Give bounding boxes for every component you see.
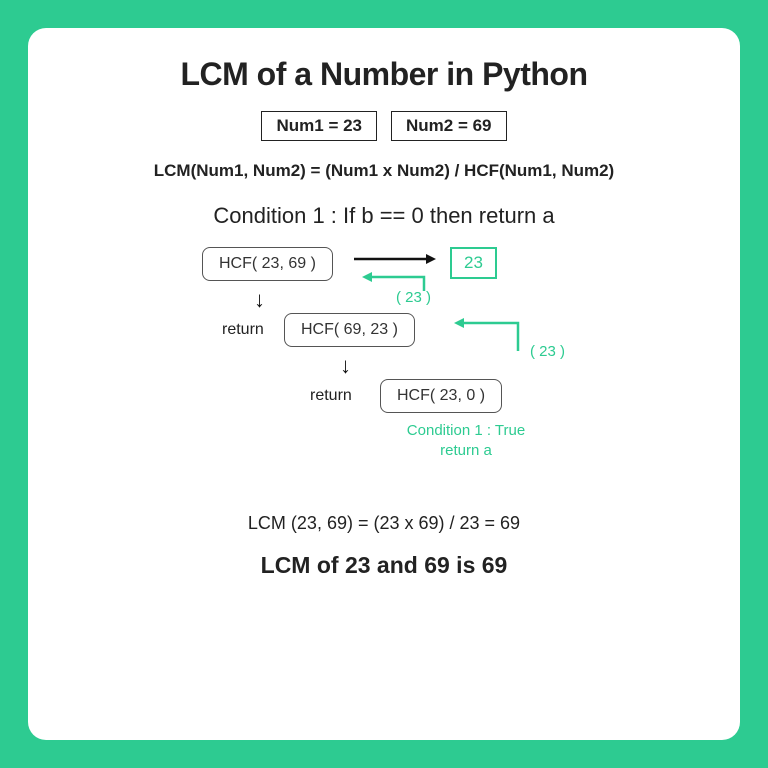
hcf-call-3: HCF( 23, 0 ) — [380, 379, 502, 413]
condition-true-label: Condition 1 : True return a — [386, 421, 546, 460]
recursion-diagram: HCF( 23, 69 ) 23 ( 23 ) ↓ return HCF( 69… — [154, 247, 614, 497]
arrow-return-2-icon — [454, 311, 534, 355]
return-label-2: return — [310, 387, 352, 405]
arrow-down-1-icon: ↓ — [254, 287, 265, 313]
hcf-call-2: HCF( 69, 23 ) — [284, 313, 415, 347]
lcm-formula: LCM(Num1, Num2) = (Num1 x Num2) / HCF(Nu… — [154, 161, 614, 181]
condition-text: Condition 1 : If b == 0 then return a — [213, 203, 554, 229]
arrow-down-2-icon: ↓ — [340, 353, 351, 379]
final-answer: LCM of 23 and 69 is 69 — [261, 552, 508, 579]
arrow-right-icon — [354, 249, 444, 269]
hcf-call-1: HCF( 23, 69 ) — [202, 247, 333, 281]
return-label-1: return — [222, 321, 264, 339]
input-numbers: Num1 = 23 Num2 = 69 — [261, 111, 506, 141]
num2-box: Num2 = 69 — [391, 111, 507, 141]
paren-23-a: ( 23 ) — [396, 289, 431, 306]
paren-23-b: ( 23 ) — [530, 343, 565, 360]
diagram-card: LCM of a Number in Python Num1 = 23 Num2… — [28, 28, 740, 740]
calculation-line: LCM (23, 69) = (23 x 69) / 23 = 69 — [248, 513, 520, 534]
num1-box: Num1 = 23 — [261, 111, 377, 141]
result-box: 23 — [450, 247, 497, 279]
page-title: LCM of a Number in Python — [180, 56, 587, 93]
